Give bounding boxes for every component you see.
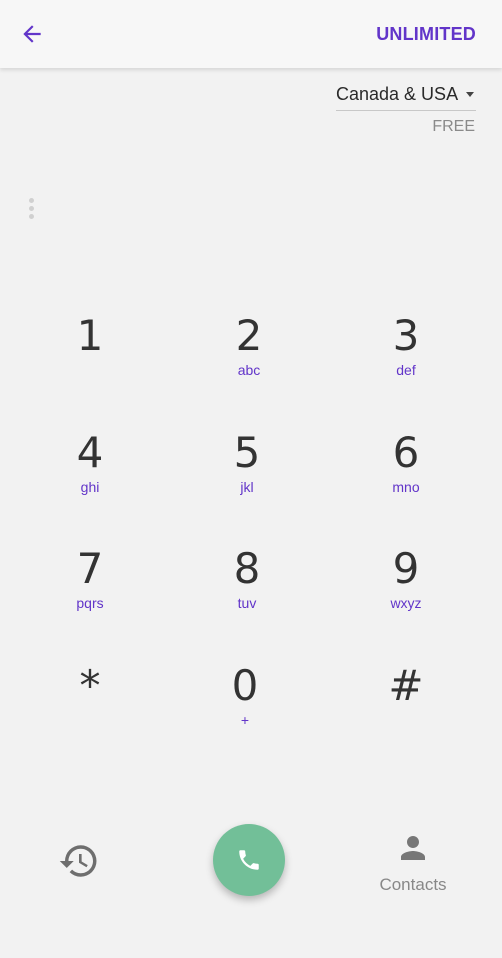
key-digit: 9: [392, 544, 420, 593]
dropdown-caret-icon: [466, 92, 475, 97]
key-digit: 3: [392, 311, 420, 360]
key-digit: 5: [233, 428, 261, 477]
arrow-left-icon: [23, 25, 41, 43]
key-7[interactable]: 7 pqrs: [30, 545, 150, 645]
key-letters: abc: [237, 362, 261, 378]
key-letters: tuv: [237, 595, 257, 611]
key-5[interactable]: 5 jkl: [187, 429, 307, 529]
key-digit: #: [388, 661, 424, 710]
key-letters: +: [240, 712, 250, 728]
key-digit: 1: [76, 311, 104, 360]
more-options-icon[interactable]: [28, 198, 36, 222]
contacts-label: Contacts: [379, 875, 447, 894]
key-1[interactable]: 1: [30, 312, 150, 412]
phone-icon: [239, 850, 259, 870]
key-letters: ghi: [80, 479, 100, 495]
key-letters: wxyz: [390, 595, 422, 611]
key-letters: def: [396, 362, 416, 378]
key-hash[interactable]: #: [346, 662, 466, 762]
key-letters: jkl: [240, 479, 254, 495]
key-star[interactable]: *: [30, 662, 150, 762]
key-digit: 8: [233, 544, 261, 593]
top-app-bar: UNLIMITED: [0, 0, 502, 68]
key-0[interactable]: 0 +: [185, 662, 305, 762]
rate-label: FREE: [432, 118, 475, 135]
key-2[interactable]: 2 abc: [189, 312, 309, 412]
country-selected-label: Canada & USA: [336, 84, 459, 104]
key-6[interactable]: 6 mno: [346, 429, 466, 529]
key-letters: mno: [392, 479, 420, 495]
key-digit: *: [79, 661, 101, 710]
key-digit: 7: [76, 544, 104, 593]
key-letters: pqrs: [76, 595, 104, 611]
history-icon: [59, 845, 97, 877]
contacts-button[interactable]: Contacts: [366, 830, 460, 896]
call-history-button[interactable]: [58, 840, 100, 882]
key-digit: 6: [392, 428, 420, 477]
key-4[interactable]: 4 ghi: [30, 429, 150, 529]
key-digit: 0: [231, 661, 259, 710]
country-selector[interactable]: Canada & USA: [336, 84, 476, 111]
key-3[interactable]: 3 def: [346, 312, 466, 412]
key-8[interactable]: 8 tuv: [187, 545, 307, 645]
unlimited-button[interactable]: UNLIMITED: [376, 24, 476, 45]
call-button[interactable]: [213, 824, 285, 896]
person-icon: [401, 836, 425, 860]
key-9[interactable]: 9 wxyz: [346, 545, 466, 645]
key-digit: 4: [76, 428, 104, 477]
key-digit: 2: [235, 311, 263, 360]
back-button[interactable]: [14, 16, 50, 52]
